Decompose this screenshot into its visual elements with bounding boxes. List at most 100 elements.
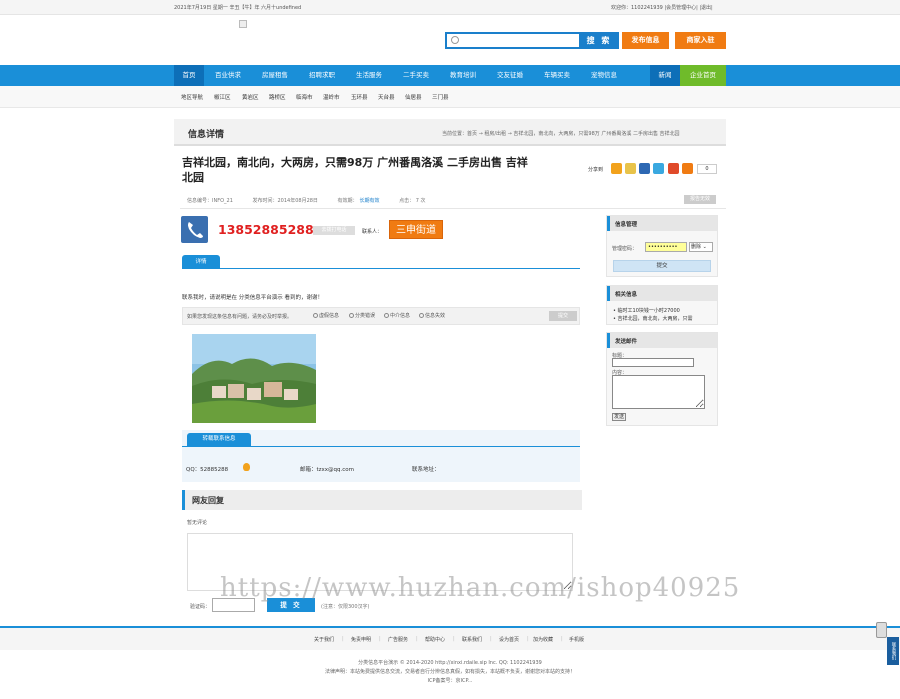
merchant-address: 联系地址： — [412, 467, 440, 473]
area-link[interactable]: 三门县 — [432, 93, 449, 101]
search-button[interactable]: 搜 索 — [579, 32, 619, 49]
radio-icon — [384, 313, 389, 318]
report-text: 如果您发现这条信息有问题，请务必及时举报。 — [187, 314, 293, 320]
footer-link-help[interactable]: 帮助中心 — [425, 636, 445, 643]
footer-link-contact[interactable]: 联系我们 — [462, 636, 482, 643]
qq-icon[interactable] — [243, 463, 250, 471]
search-icon — [451, 36, 459, 44]
manage-password-input[interactable]: •••••••••• — [645, 242, 687, 252]
copyright-text: 分类信息平台演示 © 2014-2020 http://xinxi.rdaile… — [358, 660, 542, 666]
comment-limit-note: (注意：仅限300汉字) — [321, 604, 370, 610]
listing-validity-label: 有效期： — [337, 198, 358, 204]
area-nav: 地区导航 椒江区 黄岩区 路桥区 临海市 温岭市 玉环县 天台县 仙居县 三门县 — [0, 86, 900, 108]
area-link[interactable]: 玉环县 — [351, 93, 368, 101]
section-title: 信息详情 — [188, 130, 225, 140]
area-link[interactable]: 黄岩区 — [242, 93, 259, 101]
nav-item-secondhand[interactable]: 二手买卖 — [395, 65, 437, 86]
footer-link-about[interactable]: 关于我们 — [314, 636, 334, 643]
contact-label: 联系人： — [362, 229, 383, 235]
report-option-fake[interactable]: 虚假信息 — [313, 312, 339, 319]
listing-validity: 长期有效 — [359, 198, 380, 204]
info-manage-header: 信息管理 — [607, 216, 717, 231]
icp-text: ICP备案号：京ICP... — [427, 678, 473, 684]
top-bar: 2021年7月19日 星期一 辛丑【牛】年 六月十undefined 欢迎你：1… — [0, 0, 900, 15]
radio-icon — [313, 313, 318, 318]
phone-number: 13852885288 — [218, 222, 314, 237]
mail-send-button[interactable]: 发送 — [612, 413, 626, 421]
report-option-category[interactable]: 分类错误 — [349, 312, 375, 319]
report-option-expired[interactable]: 信息失效 — [419, 312, 445, 319]
watermark-text: https://www.huzhan.com/ishop40925 — [220, 573, 741, 603]
nav-item-life[interactable]: 生活服务 — [348, 65, 390, 86]
nav-item-home[interactable]: 首页 — [174, 65, 204, 86]
area-link[interactable]: 天台县 — [378, 93, 395, 101]
related-info-title: 相关信息 — [615, 292, 638, 298]
report-invalid-button[interactable]: 报告无效 — [684, 195, 716, 204]
footer-link-homepage[interactable]: 设为首页 — [499, 636, 519, 643]
comments-title: 网友回复 — [192, 496, 224, 505]
nav-item-house[interactable]: 房屋租售 — [254, 65, 296, 86]
area-link[interactable]: 仙居县 — [405, 93, 422, 101]
tencent-share-icon[interactable] — [653, 163, 664, 174]
other-share-icon[interactable] — [668, 163, 679, 174]
area-link[interactable]: 临海市 — [296, 93, 313, 101]
main-nav: 首页 百业供求 房屋租售 招聘求职 生活服务 二手买卖 教育培训 交友征婚 车辆… — [0, 65, 900, 86]
tab-merchant-contact[interactable]: 转载联系信息 — [187, 433, 251, 446]
comments-header: 网友回复 — [182, 490, 582, 510]
footer-link-disclaimer[interactable]: 免责申明 — [351, 636, 371, 643]
manage-action-select[interactable]: 删除 ⌄ — [689, 242, 713, 252]
logo-image[interactable] — [239, 20, 247, 28]
nav-item-vehicles[interactable]: 车辆买卖 — [536, 65, 578, 86]
listing-date: 发布时间：2014年08月28日 — [252, 198, 318, 204]
nav-item-enterprise[interactable]: 企业首页 — [680, 65, 726, 86]
send-mail-header: 发送邮件 — [607, 333, 717, 348]
captcha-label: 验证码： — [190, 604, 211, 610]
renren-share-icon[interactable] — [639, 163, 650, 174]
search-input[interactable] — [461, 35, 576, 46]
footer-link-favorite[interactable]: 加为收藏 — [533, 636, 553, 643]
post-info-button[interactable]: 发布信息 — [622, 32, 669, 49]
no-comments-text: 暂无评论 — [187, 520, 208, 526]
breadcrumb[interactable]: 当前位置：首页 → 租房/出租 → 吉祥北园，南北向，大两房，只需98万 广州番… — [442, 130, 680, 137]
divider — [180, 208, 726, 209]
report-option-agent[interactable]: 中介信息 — [384, 312, 410, 319]
area-link[interactable]: 椒江区 — [214, 93, 231, 101]
radio-icon — [419, 313, 424, 318]
listing-meta: 信息编号：INFO_21 发布时间：2014年08月28日 有效期： 长期有效 点… — [187, 197, 444, 204]
merchant-join-button[interactable]: 商家入驻 — [675, 32, 726, 49]
dial-button[interactable]: 去拨打电话 — [313, 226, 355, 235]
footer-link-mobile[interactable]: 手机版 — [569, 636, 584, 643]
footer-copyright: 分类信息平台演示 © 2014-2020 http://xinxi.rdaile… — [0, 659, 900, 686]
nav-item-education[interactable]: 教育培训 — [442, 65, 484, 86]
weibo-share-icon[interactable] — [625, 163, 636, 174]
area-link[interactable]: 温岭市 — [323, 93, 340, 101]
mail-subject-input[interactable] — [612, 358, 694, 367]
floating-contact-tab[interactable]: 联系我们 — [887, 637, 899, 665]
merchant-email: 邮箱：tzxx@qq.com — [300, 467, 355, 473]
report-bar: 如果您发现这条信息有问题，请务必及时举报。 虚假信息 分类错误 中介信息 信息失… — [182, 307, 580, 325]
nav-item-jobs[interactable]: 招聘求职 — [301, 65, 343, 86]
area-link[interactable]: 路桥区 — [269, 93, 286, 101]
manage-password-label: 管理密码： — [612, 246, 638, 252]
related-item[interactable]: • 吉祥北园，南北向，大两房，只需 — [613, 315, 693, 322]
manage-submit-button[interactable]: 提交 — [613, 260, 711, 272]
nav-item-supply[interactable]: 百业供求 — [207, 65, 249, 86]
welcome-text[interactable]: 欢迎你：1102241939 |会员管理中心| |退出| — [611, 4, 713, 11]
listing-photo[interactable] — [192, 334, 316, 423]
listing-description: 联系我时，请说明是在 分类信息平台演示 看到的，谢谢！ — [182, 295, 323, 301]
listing-hits: 点击： 7 次 — [399, 198, 426, 204]
listing-id: 信息编号：INFO_21 — [187, 198, 233, 204]
tab-details[interactable]: 详情 — [182, 255, 220, 269]
related-item[interactable]: • 临时工10块钱一小时27000 — [613, 307, 680, 314]
nav-item-news[interactable]: 新闻 — [650, 65, 680, 86]
nav-item-dating[interactable]: 交友征婚 — [489, 65, 531, 86]
disclaimer-text: 法律声明：本站免费提供信息交流，交易者自行分辨信息真假，如有损失，本站概不负责，… — [324, 669, 575, 675]
report-submit-button[interactable]: 提交 — [549, 311, 577, 321]
nav-item-pets[interactable]: 宠物信息 — [583, 65, 625, 86]
qzone-share-icon[interactable] — [611, 163, 622, 174]
more-share-icon[interactable] — [682, 163, 693, 174]
footer-link-ads[interactable]: 广告服务 — [388, 636, 408, 643]
radio-icon — [349, 313, 354, 318]
mobile-icon[interactable] — [876, 622, 887, 638]
mail-content-textarea[interactable] — [612, 375, 705, 409]
